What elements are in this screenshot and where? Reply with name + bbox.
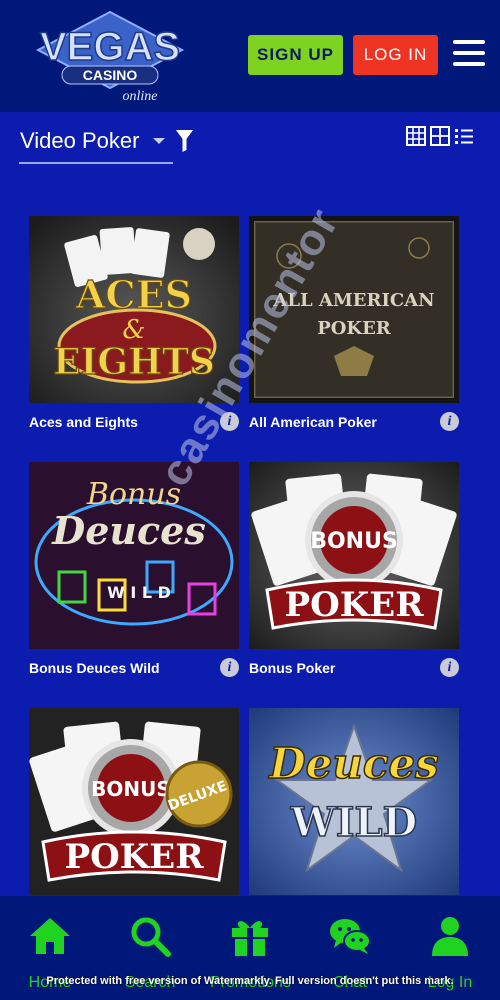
user-icon xyxy=(432,917,468,956)
game-art-title: BONUS xyxy=(91,777,171,801)
logo-subtext: CASINO xyxy=(83,67,138,83)
game-art-title: Deuces xyxy=(268,739,439,788)
game-thumbnail[interactable]: Bonus Deuces W I L D xyxy=(29,462,239,649)
game-art-subtitle: POKER xyxy=(65,837,205,877)
game-art-subtitle: EIGHTS xyxy=(53,341,215,383)
logo-graphic: VEGAS CASINO online xyxy=(35,10,185,104)
game-art-subtitle: POKER xyxy=(285,585,425,625)
top-bar: VEGAS CASINO online SIGN UP LOG IN xyxy=(0,0,500,112)
hamburger-menu-icon[interactable] xyxy=(453,40,485,70)
game-title[interactable]: Bonus Deuces Wild xyxy=(29,660,160,676)
game-thumbnail[interactable]: Deuces WILD xyxy=(249,708,459,895)
game-art-title: BONUS xyxy=(310,529,398,554)
category-select[interactable]: Video Poker xyxy=(19,122,173,164)
game-thumbnail[interactable]: BONUS DELUXE POKER xyxy=(29,708,239,895)
game-art-subtitle: WILD xyxy=(290,799,417,846)
grid-2x2-view-icon[interactable] xyxy=(430,126,450,146)
game-title[interactable]: Bonus Poker xyxy=(249,660,335,676)
logo-script: online xyxy=(123,89,158,103)
game-art-title: ACES xyxy=(75,272,192,317)
game-art-subtitle: Deuces xyxy=(51,508,205,553)
log-in-button[interactable]: LOG IN xyxy=(353,35,438,75)
search-icon xyxy=(131,917,171,957)
info-icon[interactable]: i xyxy=(440,412,459,431)
category-select-value: Video Poker xyxy=(20,128,140,153)
game-title[interactable]: All American Poker xyxy=(249,414,377,430)
watermark-notice: Protected with free version of Watermark… xyxy=(46,975,454,987)
game-art-title: Bonus xyxy=(86,477,181,512)
grid-3x3-view-icon[interactable] xyxy=(406,126,426,146)
list-view-icon[interactable] xyxy=(454,126,474,146)
logo-text: VEGAS xyxy=(40,25,180,69)
home-icon xyxy=(30,918,70,954)
info-icon[interactable]: i xyxy=(220,658,239,677)
caret-down-icon xyxy=(153,138,165,144)
chat-icon xyxy=(330,919,371,954)
game-art-subtitle: POKER xyxy=(317,318,392,339)
vegas-casino-logo[interactable]: VEGAS CASINO online xyxy=(30,8,190,104)
gift-icon xyxy=(232,921,268,956)
game-title[interactable]: Aces and Eights xyxy=(29,414,138,430)
filter-funnel-icon[interactable] xyxy=(176,130,193,152)
info-icon[interactable]: i xyxy=(440,658,459,677)
game-thumbnail[interactable]: BONUS POKER xyxy=(249,462,459,649)
game-art-wild: W I L D xyxy=(107,583,171,602)
sign-up-button[interactable]: SIGN UP xyxy=(248,35,343,75)
